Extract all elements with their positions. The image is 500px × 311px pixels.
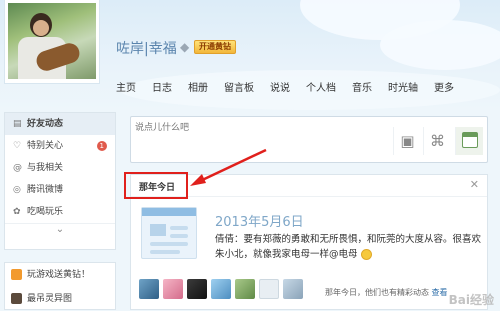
friend-avatar[interactable]: [235, 279, 255, 299]
card-header: 那年今日 ✕: [131, 175, 487, 197]
sidebar-item-weibo[interactable]: ◎ 腾讯微博: [5, 179, 115, 201]
status-input[interactable]: [135, 120, 385, 136]
sidebar-item-label: 最吊灵异图: [27, 294, 73, 304]
nav-item-profile[interactable]: 个人档: [298, 79, 344, 94]
nav-item-more[interactable]: 更多: [426, 79, 462, 94]
memory-text: 倩倩：要有郑薇的勇敢和无所畏惧，和阮莞的大度从容。很喜欢朱小北，就像我家电母一样…: [215, 232, 483, 262]
sidebar-promotions: 玩游戏送黄钻！ 最吊灵异图: [4, 262, 116, 310]
nav-item-blog[interactable]: 日志: [144, 79, 180, 94]
sidebar-item-label: 好友动态: [27, 119, 64, 129]
sidebar-item-pictures[interactable]: 最吊灵异图: [5, 287, 115, 311]
nav-item-home[interactable]: 主页: [108, 79, 144, 94]
notification-badge: 1: [96, 141, 107, 151]
sidebar-item-label: 玩游戏送黄钻！: [27, 270, 91, 280]
view-link[interactable]: 查看: [432, 288, 448, 297]
calendar-icon[interactable]: [455, 127, 483, 155]
username[interactable]: 咗岸|幸福: [116, 38, 177, 58]
main-nav: 主页 日志 相册 留言板 说说 个人档 音乐 时光轴 更多: [108, 79, 462, 94]
heart-icon: ♡: [13, 141, 22, 151]
sidebar-item-label: 特别关心: [27, 141, 64, 151]
card-footer: 那年今日，他们也有精彩动态 查看: [325, 287, 448, 298]
avatar-frame[interactable]: [4, 0, 100, 84]
on-this-day-card: 那年今日 ✕ 2013年5月6日 倩倩：要有郑薇的勇敢和无所畏惧，和阮莞的大度从…: [130, 174, 488, 310]
memory-date: 2013年5月6日: [215, 215, 304, 230]
weibo-icon: ◎: [13, 185, 21, 195]
vip-badge[interactable]: 开通黄钻: [194, 40, 236, 54]
friend-avatar[interactable]: [283, 279, 303, 299]
at-icon: @: [13, 163, 22, 173]
nav-item-album[interactable]: 相册: [180, 79, 216, 94]
attachment-icon[interactable]: ⌘: [423, 127, 451, 155]
sidebar: ▤ 好友动态 ♡ 特别关心 1 @ 与我相关 ◎ 腾讯微博 ✿ 吃喝玩乐 ⌄: [4, 112, 116, 250]
card-footer-text: 那年今日，他们也有精彩动态: [325, 288, 429, 297]
nav-item-timeline[interactable]: 时光轴: [380, 79, 426, 94]
star-icon[interactable]: [259, 279, 279, 299]
status-composer: ▣ ⌘: [130, 116, 488, 163]
sidebar-item-friends-feed[interactable]: ▤ 好友动态: [5, 113, 115, 135]
news-feed-icon: ▤: [13, 119, 22, 129]
watermark: Bai经验: [448, 293, 494, 307]
sidebar-item-fun[interactable]: ✿ 吃喝玩乐: [5, 201, 115, 223]
fun-icon: ✿: [13, 207, 21, 217]
card-title: 那年今日: [139, 183, 176, 193]
friend-avatar[interactable]: [139, 279, 159, 299]
close-icon[interactable]: ✕: [470, 178, 479, 191]
chevron-down-icon[interactable]: ⌄: [5, 223, 115, 241]
sidebar-item-related[interactable]: @ 与我相关: [5, 157, 115, 179]
sidebar-item-label: 与我相关: [27, 163, 64, 173]
nav-item-guestbook[interactable]: 留言板: [216, 79, 262, 94]
diamond-icon[interactable]: ◆: [180, 40, 189, 54]
sidebar-item-game-promo[interactable]: 玩游戏送黄钻！: [5, 263, 115, 287]
sidebar-item-label: 吃喝玩乐: [27, 207, 64, 217]
smile-emoji-icon: [360, 249, 372, 260]
memory-text-body: 倩倩：要有郑薇的勇敢和无所畏惧，和阮莞的大度从容。很喜欢朱小北，就像我家电母一样…: [215, 234, 482, 260]
picture-icon: [11, 293, 22, 304]
avatar[interactable]: [8, 3, 96, 79]
sidebar-item-label: 腾讯微博: [27, 185, 64, 195]
sidebar-item-special-care[interactable]: ♡ 特别关心 1: [5, 135, 115, 157]
friend-avatar[interactable]: [211, 279, 231, 299]
friend-avatars: [139, 279, 303, 299]
friend-avatar[interactable]: [187, 279, 207, 299]
camera-icon[interactable]: ▣: [393, 127, 421, 155]
game-icon: [11, 269, 22, 280]
memory-illustration-icon: [141, 207, 197, 259]
cloud-decoration: [380, 20, 500, 70]
nav-item-status[interactable]: 说说: [262, 79, 298, 94]
friend-avatar[interactable]: [163, 279, 183, 299]
nav-item-music[interactable]: 音乐: [344, 79, 380, 94]
